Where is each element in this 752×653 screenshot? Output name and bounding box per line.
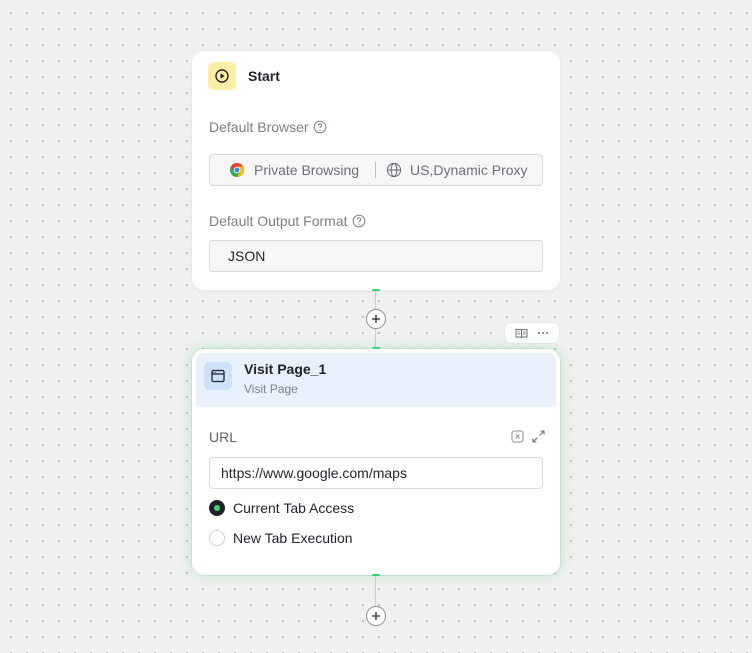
radio-new-tab[interactable]: New Tab Execution (209, 530, 353, 546)
more-icon[interactable] (537, 331, 549, 335)
globe-icon (386, 162, 402, 178)
start-node-title: Start (248, 68, 280, 84)
visit-node-title: Visit Page_1 (244, 361, 327, 377)
default-browser-label-text: Default Browser (209, 119, 309, 135)
browser-window-icon (204, 362, 232, 390)
connector-port[interactable] (372, 289, 380, 291)
question-circle-icon[interactable] (313, 120, 327, 134)
visit-node-subtitle: Visit Page (244, 382, 298, 396)
default-browser-label: Default Browser (209, 119, 327, 135)
output-format-select[interactable]: JSON (209, 240, 543, 272)
radio-button-selected[interactable] (209, 500, 225, 516)
visit-node-heading: Visit Page_1 Visit Page (204, 361, 327, 396)
expand-icon[interactable] (532, 430, 545, 443)
connector-line (375, 576, 376, 606)
default-browser-select[interactable]: Private Browsing US,Dynamic Proxy (209, 154, 543, 186)
default-output-label: Default Output Format (209, 213, 366, 229)
proxy-text: US,Dynamic Proxy (410, 162, 528, 178)
workflow-canvas[interactable]: Start Default Browser Private Browsing U… (0, 0, 752, 653)
add-step-button[interactable] (366, 309, 386, 329)
variable-icon[interactable] (511, 430, 524, 443)
radio-label: New Tab Execution (233, 530, 353, 546)
connector-port[interactable] (372, 574, 380, 576)
proxy-setting: US,Dynamic Proxy (386, 162, 528, 178)
url-label: URL (209, 429, 238, 445)
start-node[interactable]: Start Default Browser Private Browsing U… (192, 51, 560, 290)
play-circle-icon (208, 62, 236, 90)
question-circle-icon[interactable] (352, 214, 366, 228)
radio-button[interactable] (209, 530, 225, 546)
plus-icon (372, 612, 380, 620)
visit-page-node[interactable]: Visit Page_1 Visit Page URL https://www.… (192, 349, 560, 575)
browser-mode-text: Private Browsing (254, 162, 360, 178)
url-tools (503, 430, 545, 443)
divider (375, 162, 377, 178)
default-output-label-text: Default Output Format (209, 213, 348, 229)
add-step-button[interactable] (366, 606, 386, 626)
start-node-header: Start (208, 62, 280, 90)
book-icon[interactable] (515, 328, 528, 339)
radio-label: Current Tab Access (233, 500, 355, 516)
chrome-icon (229, 162, 245, 178)
url-input[interactable]: https://www.google.com/maps (209, 457, 543, 489)
output-format-value: JSON (228, 248, 266, 264)
radio-current-tab[interactable]: Current Tab Access (209, 500, 354, 516)
node-toolbar (504, 322, 560, 344)
url-value: https://www.google.com/maps (221, 465, 407, 481)
plus-icon (372, 315, 380, 323)
browser-mode: Private Browsing (229, 162, 359, 178)
